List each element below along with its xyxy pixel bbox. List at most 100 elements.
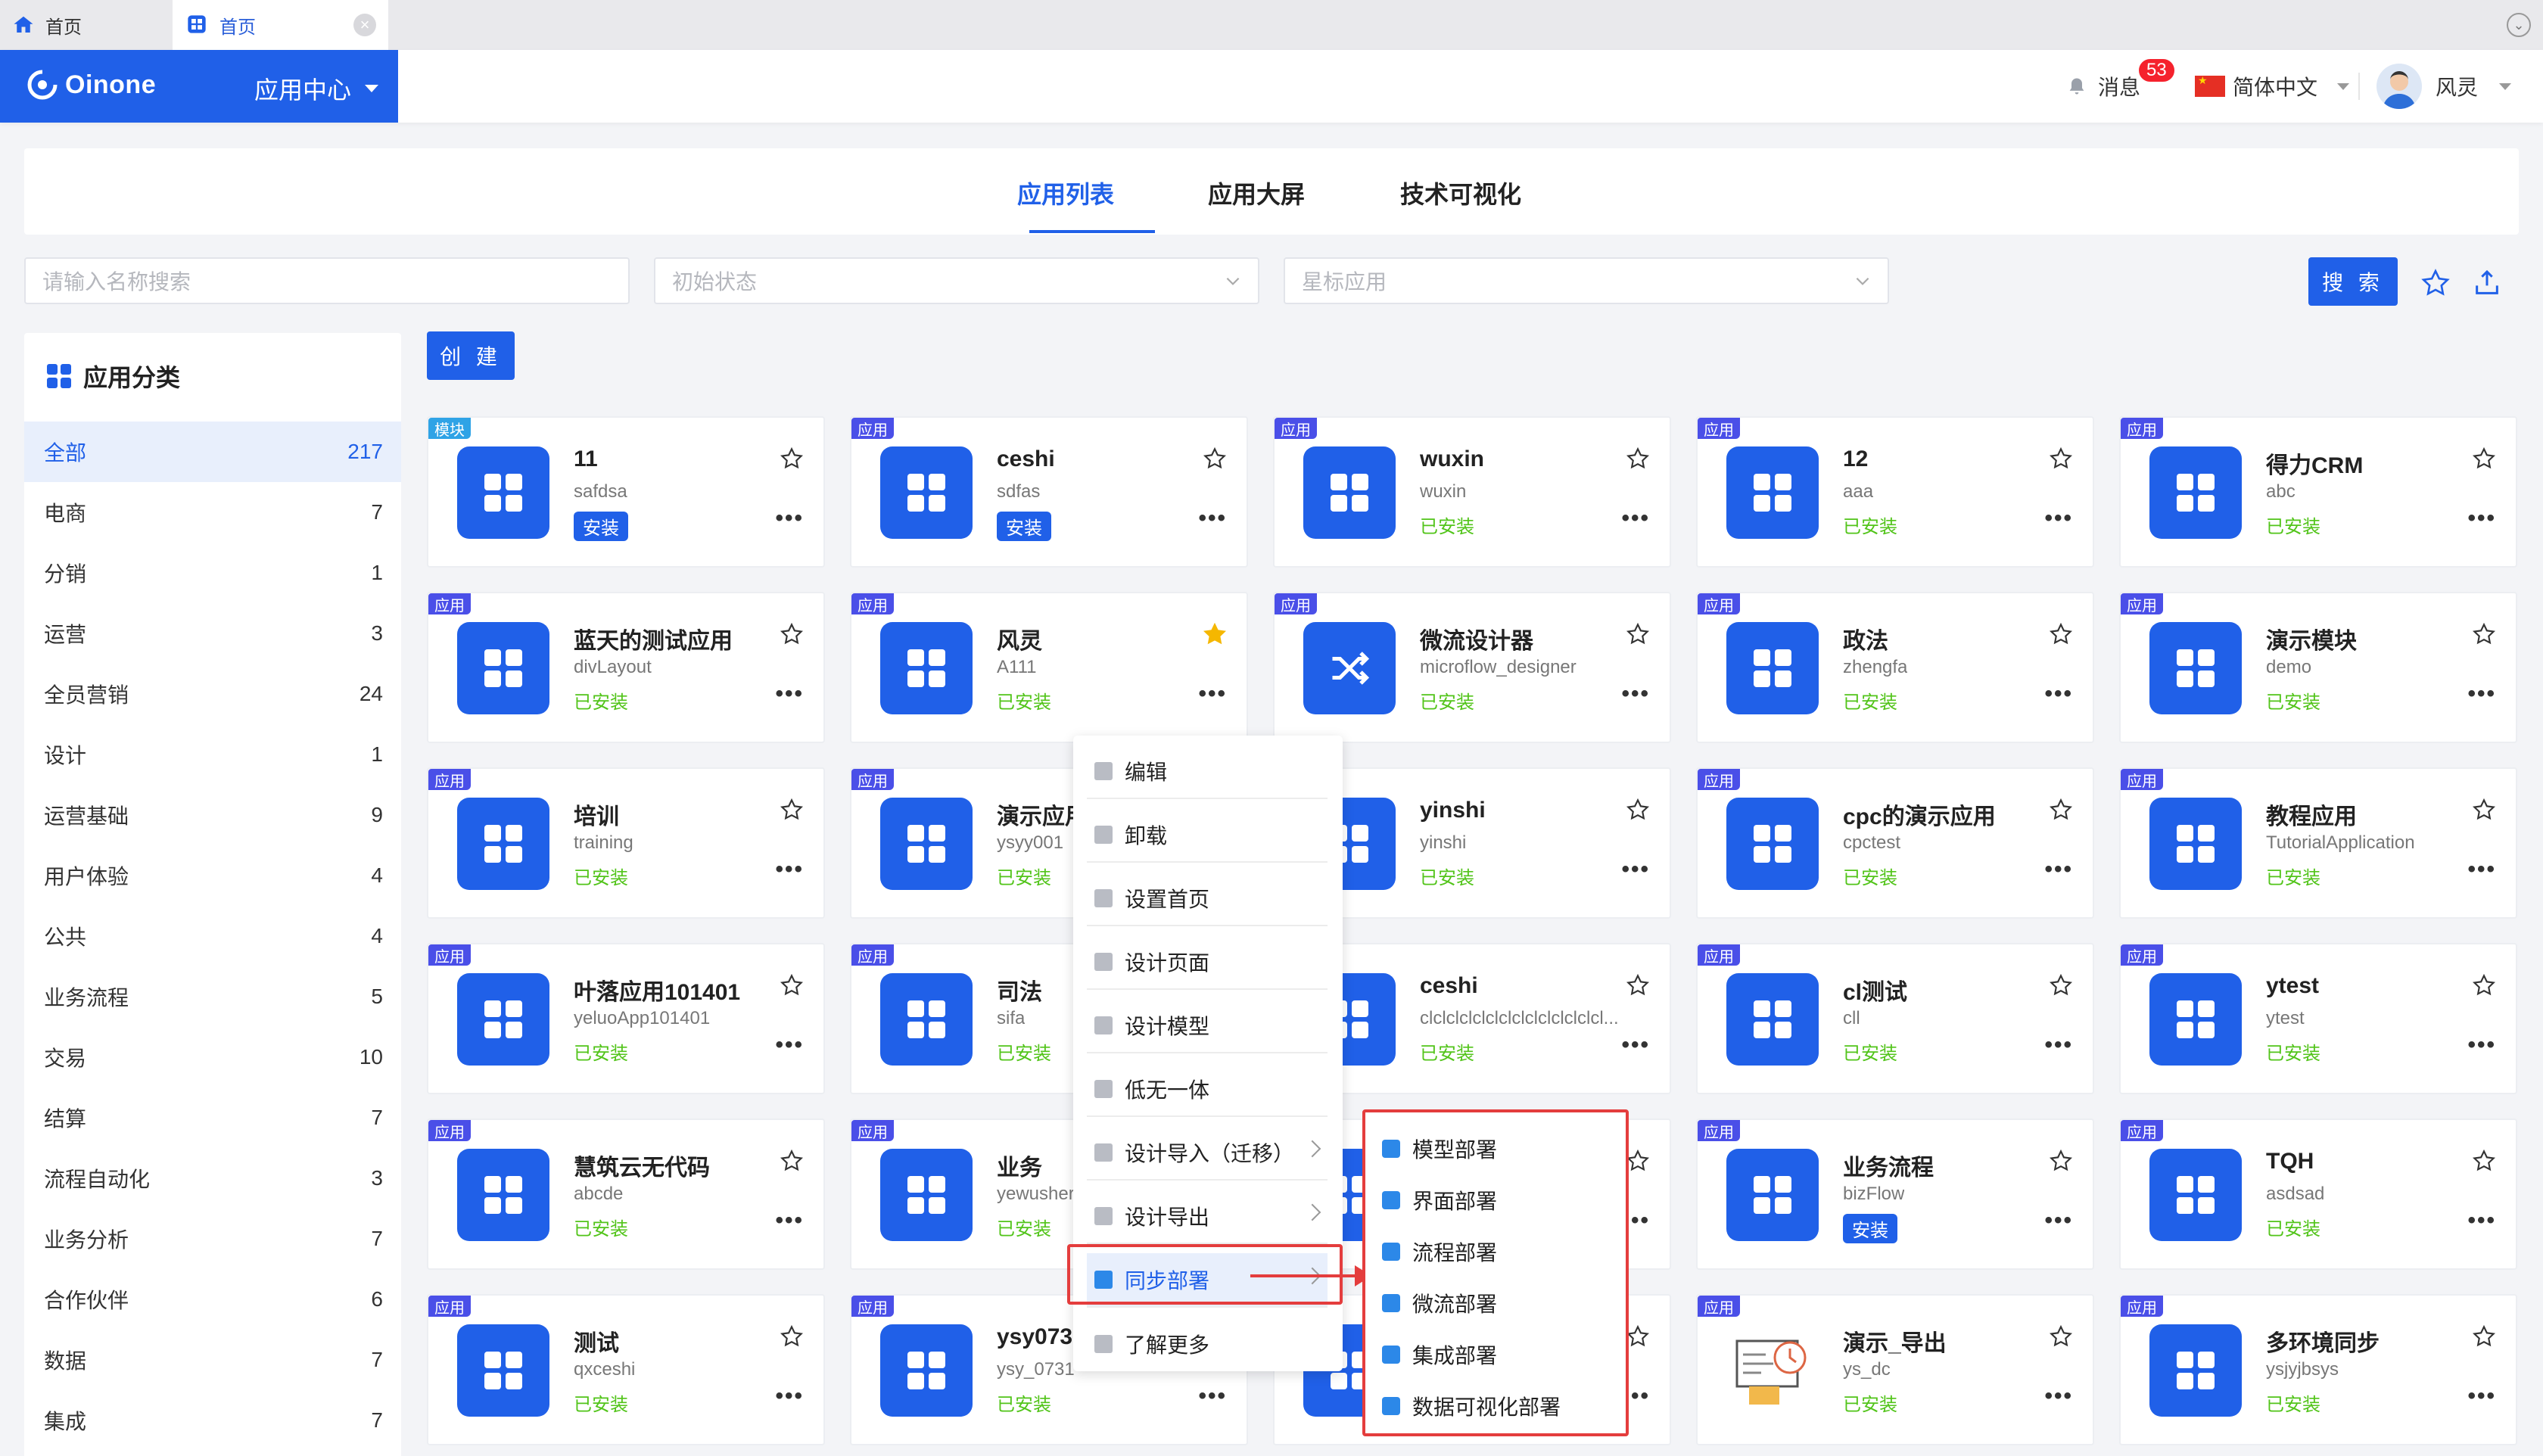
sidebar-item[interactable]: 运营 3: [24, 603, 401, 664]
more-actions-icon[interactable]: •••: [775, 506, 804, 531]
app-card[interactable]: 应用 蓝天的测试应用 divLayout 已安装 •••: [427, 592, 825, 743]
star-icon[interactable]: [2049, 798, 2073, 822]
app-card[interactable]: 应用 wuxin wuxin 已安装 •••: [1273, 416, 1671, 568]
close-icon[interactable]: ×: [353, 14, 376, 36]
star-icon[interactable]: [780, 622, 804, 646]
sidebar-item[interactable]: 业务分析 7: [24, 1209, 401, 1269]
chevron-down-icon[interactable]: ⌄: [2507, 13, 2531, 37]
star-icon[interactable]: [780, 1149, 804, 1173]
submenu-item[interactable]: 微流部署: [1382, 1277, 1497, 1329]
submenu-item[interactable]: 模型部署: [1382, 1123, 1497, 1174]
search-input[interactable]: 请输入名称搜索: [24, 257, 630, 304]
app-card[interactable]: 应用 TQH asdsad 已安装 •••: [2119, 1118, 2517, 1270]
more-actions-icon[interactable]: •••: [775, 857, 804, 882]
star-icon[interactable]: [2049, 1324, 2073, 1349]
star-icon[interactable]: [1203, 446, 1227, 471]
submenu-item[interactable]: 界面部署: [1382, 1174, 1497, 1226]
more-actions-icon[interactable]: •••: [1621, 681, 1650, 707]
more-actions-icon[interactable]: •••: [2044, 681, 2073, 707]
more-actions-icon[interactable]: •••: [2044, 1208, 2073, 1234]
star-icon[interactable]: [1626, 622, 1650, 646]
star-icon[interactable]: [2472, 973, 2496, 997]
more-actions-icon[interactable]: •••: [2044, 1383, 2073, 1409]
app-card[interactable]: 应用 演示_导出 ys_dc 已安装 •••: [1696, 1294, 2094, 1445]
app-card[interactable]: 模块 11 safdsa 安装 •••: [427, 416, 825, 568]
more-actions-icon[interactable]: •••: [1198, 681, 1227, 707]
app-card[interactable]: 应用 12 aaa 已安装 •••: [1696, 416, 2094, 568]
app-card[interactable]: 应用 多环境同步 ysjyjbsys 已安装 •••: [2119, 1294, 2517, 1445]
context-menu-item[interactable]: 编辑: [1087, 745, 1328, 799]
sidebar-item[interactable]: 电商 7: [24, 482, 401, 543]
more-actions-icon[interactable]: •••: [2467, 506, 2496, 531]
context-menu-item[interactable]: 设计导出: [1087, 1190, 1328, 1244]
star-icon[interactable]: [1203, 622, 1227, 646]
more-actions-icon[interactable]: •••: [1198, 1383, 1227, 1409]
star-icon[interactable]: [1626, 973, 1650, 997]
sidebar-item[interactable]: 结算 7: [24, 1087, 401, 1148]
browser-tab-home-1[interactable]: 首页: [9, 0, 172, 50]
context-menu-item[interactable]: 卸载: [1087, 808, 1328, 863]
more-actions-icon[interactable]: •••: [775, 681, 804, 707]
submenu-item[interactable]: 数据可视化部署: [1382, 1380, 1561, 1432]
star-icon[interactable]: [780, 1324, 804, 1349]
star-icon[interactable]: [2049, 973, 2073, 997]
sidebar-item[interactable]: 公共 4: [24, 906, 401, 966]
star-select[interactable]: 星标应用: [1284, 257, 1889, 304]
submenu-item[interactable]: 流程部署: [1382, 1226, 1497, 1277]
sidebar-item[interactable]: 全部 217: [24, 422, 401, 482]
more-actions-icon[interactable]: •••: [1621, 857, 1650, 882]
app-card[interactable]: 应用 风灵 A111 已安装 •••: [850, 592, 1248, 743]
star-icon[interactable]: [2472, 1324, 2496, 1349]
star-icon[interactable]: [780, 798, 804, 822]
sidebar-item[interactable]: 运营基础 9: [24, 785, 401, 845]
app-card[interactable]: 应用 政法 zhengfa 已安装 •••: [1696, 592, 2094, 743]
star-icon[interactable]: [780, 446, 804, 471]
app-card[interactable]: 应用 得力CRM abc 已安装 •••: [2119, 416, 2517, 568]
install-button[interactable]: 安装: [574, 512, 628, 541]
tab-app-dashboard[interactable]: 应用大屏: [1208, 176, 1305, 210]
more-actions-icon[interactable]: •••: [2044, 506, 2073, 531]
context-menu-item[interactable]: 设计导入（迁移）: [1087, 1126, 1328, 1181]
more-actions-icon[interactable]: •••: [2467, 1208, 2496, 1234]
more-actions-icon[interactable]: •••: [2467, 1383, 2496, 1409]
sidebar-item[interactable]: 全员营销 24: [24, 664, 401, 724]
star-icon[interactable]: [1626, 798, 1650, 822]
user-menu[interactable]: 风灵: [2376, 50, 2512, 123]
star-icon[interactable]: [1626, 1324, 1650, 1349]
star-icon[interactable]: [1626, 1149, 1650, 1173]
app-card[interactable]: 应用 ceshi sdfas 安装 •••: [850, 416, 1248, 568]
sidebar-item[interactable]: 交易 10: [24, 1027, 401, 1087]
app-card[interactable]: 应用 ytest ytest 已安装 •••: [2119, 943, 2517, 1094]
app-card[interactable]: 应用 叶落应用101401 yeluoApp101401 已安装 •••: [427, 943, 825, 1094]
app-card[interactable]: 应用 慧筑云无代码 abcde 已安装 •••: [427, 1118, 825, 1270]
app-card[interactable]: 应用 测试 qxceshi 已安装 •••: [427, 1294, 825, 1445]
more-actions-icon[interactable]: •••: [2044, 1032, 2073, 1058]
more-actions-icon[interactable]: •••: [2467, 681, 2496, 707]
star-icon[interactable]: [780, 973, 804, 997]
app-card[interactable]: 应用 教程应用 TutorialApplication 已安装 •••: [2119, 767, 2517, 919]
star-icon[interactable]: [1626, 446, 1650, 471]
sidebar-item[interactable]: 流程自动化 3: [24, 1148, 401, 1209]
star-filter-icon[interactable]: [2420, 268, 2451, 298]
language-selector[interactable]: 简体中文: [2195, 50, 2350, 123]
app-card[interactable]: 应用 微流设计器 microflow_designer 已安装 •••: [1273, 592, 1671, 743]
more-actions-icon[interactable]: •••: [775, 1383, 804, 1409]
browser-tab-home-2[interactable]: 首页 ×: [173, 0, 388, 50]
app-card[interactable]: 应用 业务流程 bizFlow 安装 •••: [1696, 1118, 2094, 1270]
search-button[interactable]: 搜 索: [2308, 257, 2398, 306]
export-icon[interactable]: [2472, 268, 2502, 298]
more-actions-icon[interactable]: •••: [775, 1208, 804, 1234]
more-actions-icon[interactable]: •••: [775, 1032, 804, 1058]
star-icon[interactable]: [2049, 622, 2073, 646]
context-menu-item[interactable]: 设计模型: [1087, 999, 1328, 1053]
star-icon[interactable]: [2472, 1149, 2496, 1173]
tab-app-list[interactable]: 应用列表: [1017, 176, 1114, 210]
sidebar-item[interactable]: 集成 7: [24, 1390, 401, 1451]
context-menu-item[interactable]: 低无一体: [1087, 1062, 1328, 1117]
app-center-dropdown[interactable]: 应用中心: [254, 71, 379, 106]
more-actions-icon[interactable]: •••: [2044, 857, 2073, 882]
more-actions-icon[interactable]: •••: [1621, 1032, 1650, 1058]
app-card[interactable]: 应用 培训 training 已安装 •••: [427, 767, 825, 919]
context-menu-item[interactable]: 设计页面: [1087, 935, 1328, 990]
app-card[interactable]: 应用 cpc的演示应用 cpctest 已安装 •••: [1696, 767, 2094, 919]
